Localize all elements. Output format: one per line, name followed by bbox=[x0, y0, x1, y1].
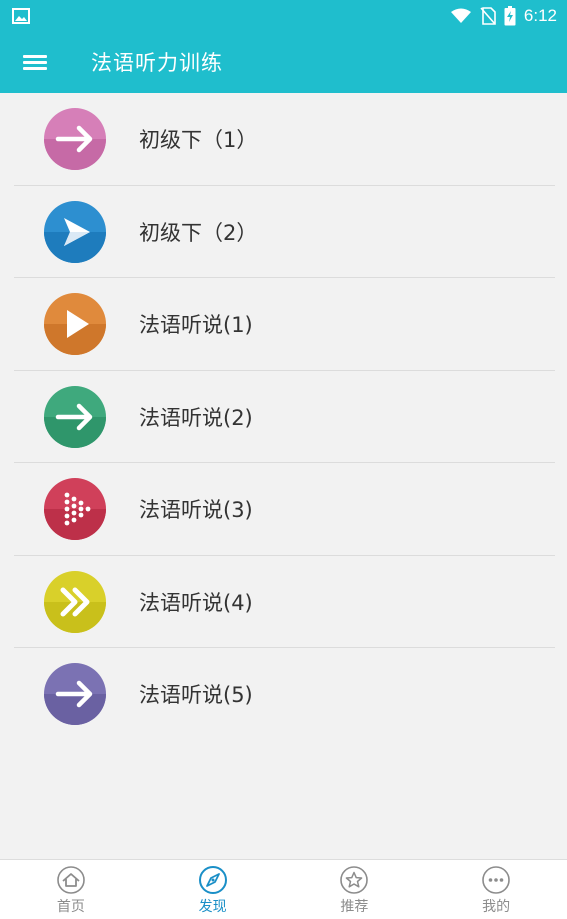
no-sim-icon bbox=[480, 6, 496, 25]
list-item[interactable]: 初级下（1） bbox=[0, 93, 567, 186]
hamburger-menu-icon[interactable] bbox=[0, 31, 70, 93]
double-chevron-icon bbox=[44, 570, 106, 633]
paper-plane-icon bbox=[44, 200, 106, 263]
list-item-label: 初级下（1） bbox=[139, 128, 258, 153]
bottom-nav: 首页 发现 推荐 我的 bbox=[0, 859, 567, 919]
dotted-play-icon bbox=[44, 478, 106, 541]
arrow-right-icon bbox=[44, 385, 106, 448]
tab-discover-label: 发现 bbox=[198, 899, 227, 915]
arrow-right-icon bbox=[44, 108, 106, 171]
wifi-icon bbox=[450, 8, 471, 23]
tab-recommend-label: 推荐 bbox=[340, 899, 369, 915]
play-icon bbox=[44, 293, 106, 356]
tab-discover[interactable]: 发现 bbox=[142, 860, 284, 919]
arrow-right-icon bbox=[44, 663, 106, 726]
tab-recommend[interactable]: 推荐 bbox=[284, 860, 426, 919]
more-dots-icon bbox=[482, 866, 510, 894]
home-icon bbox=[57, 866, 85, 894]
tab-me[interactable]: 我的 bbox=[425, 860, 567, 919]
list-item[interactable]: 法语听说(5) bbox=[0, 648, 567, 741]
list-item-label: 法语听说(2) bbox=[139, 405, 253, 430]
app-bar: 法语听力训练 bbox=[0, 31, 567, 93]
tab-home-label: 首页 bbox=[56, 899, 85, 915]
list-item-label: 初级下（2） bbox=[139, 220, 258, 245]
compass-icon bbox=[198, 866, 227, 894]
star-icon bbox=[340, 866, 369, 894]
battery-icon bbox=[504, 5, 516, 25]
image-icon bbox=[12, 7, 30, 24]
list-item-label: 法语听说(3) bbox=[139, 498, 253, 523]
lesson-list: 初级下（1） 初级下（2） 法语听说(1) 法语听说(2) 法语听说(3) 法语… bbox=[0, 93, 567, 741]
tab-home[interactable]: 首页 bbox=[0, 860, 142, 919]
list-item-label: 法语听说(5) bbox=[139, 683, 253, 708]
list-item[interactable]: 法语听说(4) bbox=[0, 556, 567, 649]
page-title: 法语听力训练 bbox=[91, 51, 223, 75]
list-item[interactable]: 初级下（2） bbox=[0, 186, 567, 279]
list-item-label: 法语听说(4) bbox=[139, 590, 253, 615]
tab-me-label: 我的 bbox=[482, 899, 511, 915]
list-item[interactable]: 法语听说(2) bbox=[0, 371, 567, 464]
list-item-label: 法语听说(1) bbox=[139, 313, 253, 338]
status-bar: 6:12 bbox=[0, 0, 567, 31]
status-time: 6:12 bbox=[523, 5, 557, 25]
list-item[interactable]: 法语听说(3) bbox=[0, 463, 567, 556]
list-item[interactable]: 法语听说(1) bbox=[0, 278, 567, 371]
